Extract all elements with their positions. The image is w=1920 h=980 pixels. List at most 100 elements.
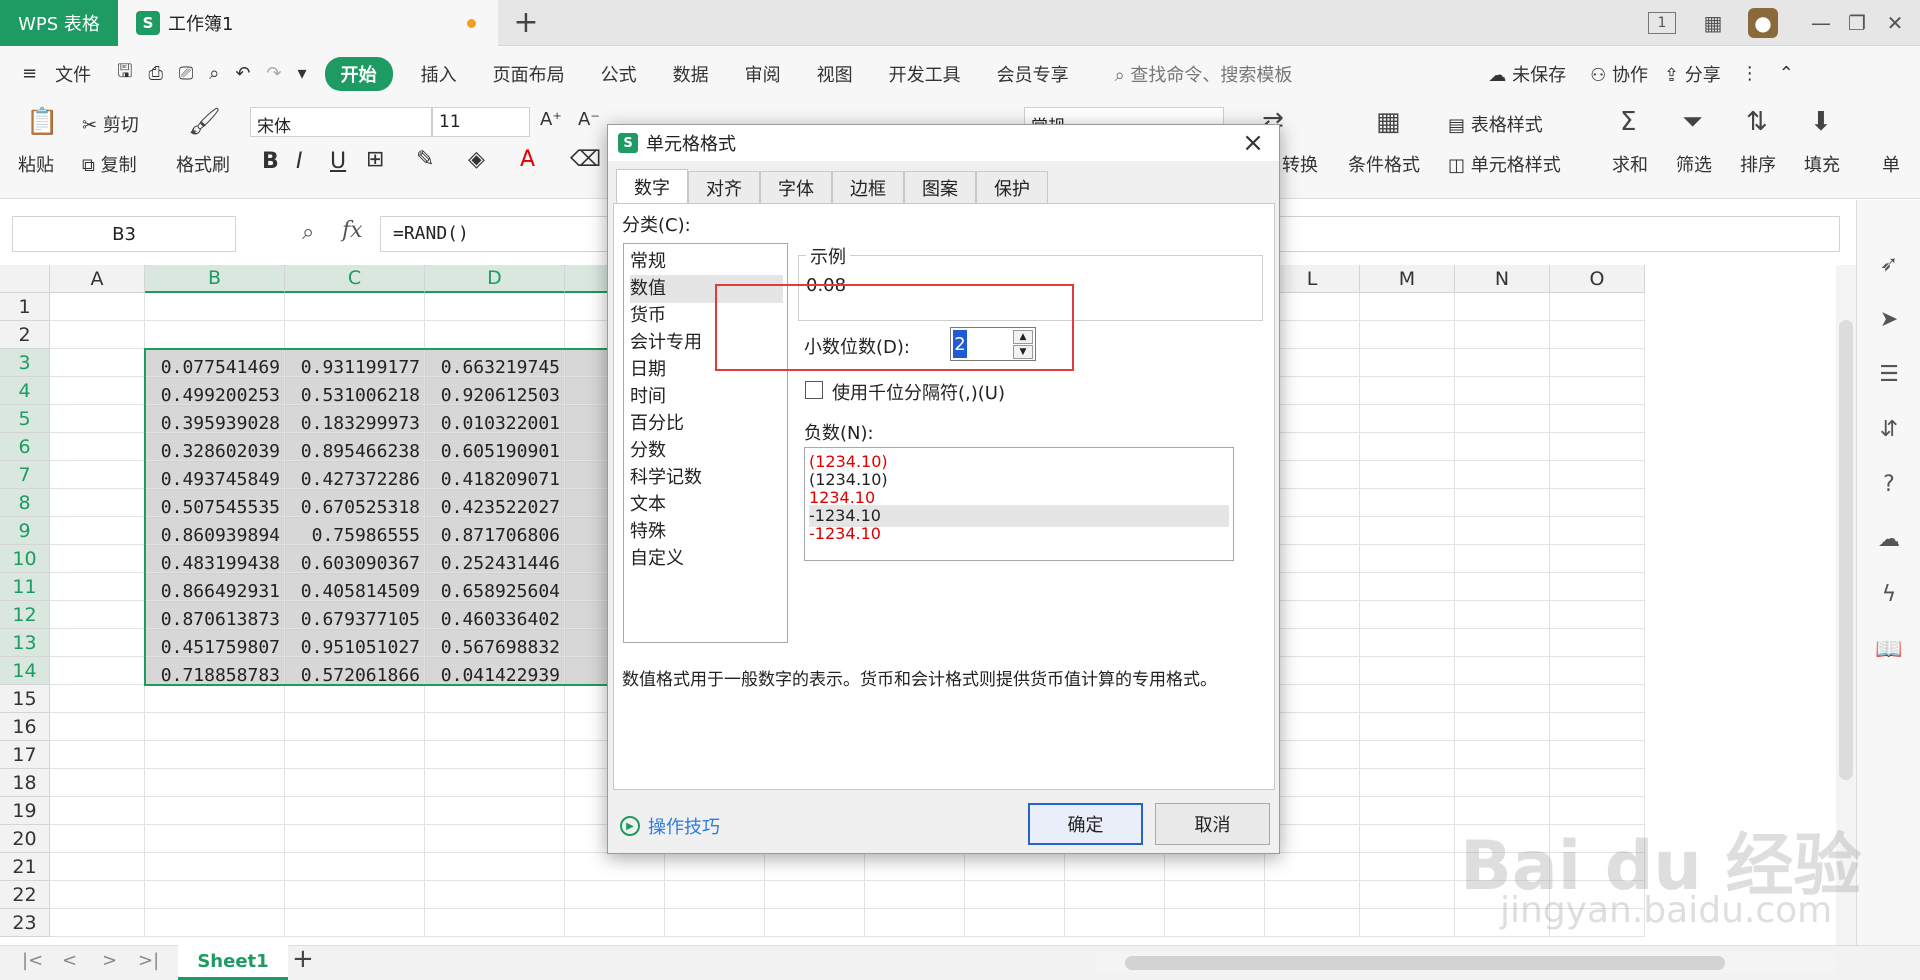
cell-b8[interactable]: 0.507545535	[145, 489, 285, 517]
category-item[interactable]: 数值	[630, 275, 783, 303]
sum-button[interactable]: 求和	[1612, 151, 1648, 177]
bold-icon[interactable]: B	[262, 149, 279, 174]
row-header-9[interactable]: 9	[0, 517, 50, 545]
cell-m21[interactable]	[1360, 853, 1455, 881]
more-dropdown-icon[interactable]: ▾	[290, 63, 315, 84]
undo-icon[interactable]: ↶	[227, 63, 258, 84]
minimize-icon[interactable]: —	[1806, 8, 1836, 38]
tab-font[interactable]: 字体	[760, 171, 832, 203]
cell-m20[interactable]	[1360, 825, 1455, 853]
decimal-places-value[interactable]: 2	[953, 330, 967, 358]
cell-b21[interactable]	[145, 853, 285, 881]
cell-d18[interactable]	[425, 769, 565, 797]
cell-m3[interactable]	[1360, 349, 1455, 377]
cell-m1[interactable]	[1360, 293, 1455, 321]
command-search[interactable]: ⌕ 查找命令、搜索模板	[1087, 61, 1311, 87]
conditional-format-button[interactable]: 条件格式	[1348, 151, 1420, 177]
cell-m18[interactable]	[1360, 769, 1455, 797]
dialog-close-icon[interactable]: ×	[1236, 127, 1270, 159]
cell-d11[interactable]: 0.658925604	[425, 573, 565, 601]
cell-l21[interactable]	[1265, 853, 1360, 881]
row-header-17[interactable]: 17	[0, 741, 50, 769]
cell-a12[interactable]	[50, 601, 145, 629]
filter-button[interactable]: 筛选	[1676, 151, 1712, 177]
new-tab-button[interactable]: +	[508, 4, 544, 40]
cell-n5[interactable]	[1455, 405, 1550, 433]
cell-c22[interactable]	[285, 881, 425, 909]
cell-a17[interactable]	[50, 741, 145, 769]
cell-g21[interactable]	[765, 853, 865, 881]
cell-f22[interactable]	[665, 881, 765, 909]
cell-b23[interactable]	[145, 909, 285, 937]
cell-d22[interactable]	[425, 881, 565, 909]
cell-c1[interactable]	[285, 293, 425, 321]
tab-number[interactable]: 数字	[616, 169, 688, 203]
cell-b6[interactable]: 0.328602039	[145, 433, 285, 461]
row-header-10[interactable]: 10	[0, 545, 50, 573]
row-header-1[interactable]: 1	[0, 293, 50, 321]
stepper-up-icon[interactable]: ▲	[1013, 330, 1033, 344]
cell-o4[interactable]	[1550, 377, 1645, 405]
vertical-scroll-thumb[interactable]	[1839, 320, 1853, 780]
cell-n2[interactable]	[1455, 321, 1550, 349]
row-header-14[interactable]: 14	[0, 657, 50, 685]
cell-a8[interactable]	[50, 489, 145, 517]
save-icon[interactable]: 🖫	[109, 59, 140, 89]
cell-a6[interactable]	[50, 433, 145, 461]
cell-o1[interactable]	[1550, 293, 1645, 321]
menu-home[interactable]: 开始	[324, 56, 393, 91]
row-header-20[interactable]: 20	[0, 825, 50, 853]
cell-b17[interactable]	[145, 741, 285, 769]
cell-edit-icon[interactable]: ✎	[416, 147, 434, 172]
cell-b7[interactable]: 0.493745849	[145, 461, 285, 489]
cell-b19[interactable]	[145, 797, 285, 825]
cell-d19[interactable]	[425, 797, 565, 825]
cell-n10[interactable]	[1455, 545, 1550, 573]
cell-o5[interactable]	[1550, 405, 1645, 433]
cancel-button[interactable]: 取消	[1155, 803, 1270, 845]
cell-n17[interactable]	[1455, 741, 1550, 769]
menu-member[interactable]: 会员专享	[979, 61, 1087, 87]
cell-g22[interactable]	[765, 881, 865, 909]
row-header-18[interactable]: 18	[0, 769, 50, 797]
cell-b16[interactable]	[145, 713, 285, 741]
cell-j23[interactable]	[1065, 909, 1165, 937]
cell-d16[interactable]	[425, 713, 565, 741]
cell-o16[interactable]	[1550, 713, 1645, 741]
cell-k23[interactable]	[1165, 909, 1265, 937]
cell-a11[interactable]	[50, 573, 145, 601]
cell-l22[interactable]	[1265, 881, 1360, 909]
cell-h21[interactable]	[865, 853, 965, 881]
cell-o12[interactable]	[1550, 601, 1645, 629]
cell-a18[interactable]	[50, 769, 145, 797]
row-header-3[interactable]: 3	[0, 349, 50, 377]
cell-d20[interactable]	[425, 825, 565, 853]
cell-c18[interactable]	[285, 769, 425, 797]
cell-a22[interactable]	[50, 881, 145, 909]
help-icon[interactable]: ?	[1875, 470, 1903, 498]
cell-m23[interactable]	[1360, 909, 1455, 937]
cell-c15[interactable]	[285, 685, 425, 713]
transform-icon[interactable]: ⇵	[1875, 415, 1903, 443]
cell-c11[interactable]: 0.405814509	[285, 573, 425, 601]
last-sheet-icon[interactable]: >|	[138, 950, 159, 971]
row-header-4[interactable]: 4	[0, 377, 50, 405]
cell-a5[interactable]	[50, 405, 145, 433]
cell-d3[interactable]: 0.663219745	[425, 349, 565, 377]
row-header-5[interactable]: 5	[0, 405, 50, 433]
eraser-icon[interactable]: ⌫	[570, 147, 601, 172]
negative-numbers-list[interactable]: (1234.10) (1234.10) 1234.10 -1234.10 -1234.1…	[804, 447, 1234, 561]
preview-icon[interactable]: ⌕	[201, 63, 227, 84]
cell-a14[interactable]	[50, 657, 145, 685]
cell-d5[interactable]: 0.010322001	[425, 405, 565, 433]
row-header-15[interactable]: 15	[0, 685, 50, 713]
cell-m6[interactable]	[1360, 433, 1455, 461]
collapse-ribbon-icon[interactable]: ⌃	[1769, 63, 1804, 84]
sort-button[interactable]: 排序	[1740, 151, 1776, 177]
cell-b3[interactable]: 0.077541469	[145, 349, 285, 377]
cursor-icon[interactable]: ➤	[1875, 305, 1903, 333]
cell-d1[interactable]	[425, 293, 565, 321]
cell-n12[interactable]	[1455, 601, 1550, 629]
cell-n8[interactable]	[1455, 489, 1550, 517]
select-all-corner[interactable]	[0, 265, 50, 293]
